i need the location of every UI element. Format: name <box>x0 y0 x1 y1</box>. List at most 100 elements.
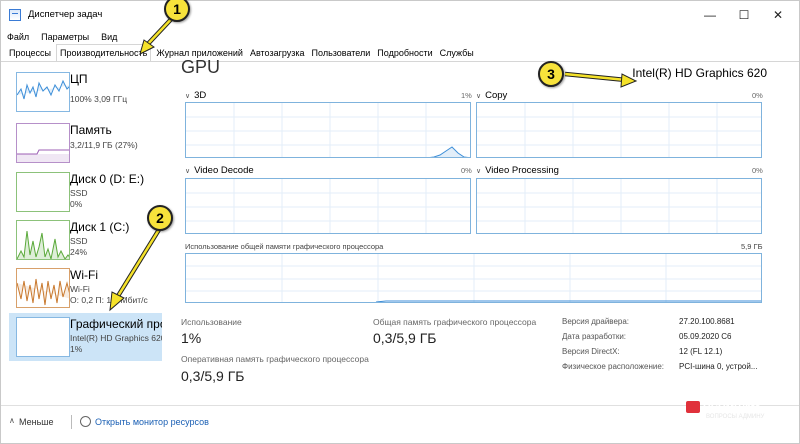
shared-memory-value: 0,3/5,9 ГБ <box>373 330 437 346</box>
tab-services[interactable]: Службы <box>438 46 476 61</box>
disk1-sparkline <box>17 230 69 259</box>
engine-copy-label[interactable]: ∨ Copy <box>476 90 507 101</box>
chevron-down-icon: ∨ <box>476 168 482 175</box>
engine-3d-label[interactable]: ∨ 3D <box>185 90 206 101</box>
directx-version-label: Версия DirectX: <box>562 347 620 356</box>
sidebar-item-gpu[interactable]: Графический процессор 0 Intel(R) HD Grap… <box>9 313 162 361</box>
gpu-details-panel: GPU Intel(R) HD Graphics 620 ∨ 3D 1% ∨ Cop… <box>167 57 793 400</box>
wifi-thumbnail-graph <box>16 268 70 308</box>
shared-memory-plot <box>186 254 761 302</box>
gpu-memory-value: 0,3/5,9 ГБ <box>181 368 245 384</box>
engine-3d-graph <box>185 102 471 158</box>
performance-sidebar: ЦП 100% 3,09 ГГц Память 3,2/11,9 ГБ (27%… <box>9 64 162 402</box>
gpu-memory-label: Оперативная память графического процессо… <box>181 354 369 364</box>
driver-version-label: Версия драйвера: <box>562 317 630 326</box>
footer-divider <box>71 415 72 429</box>
close-button[interactable]: ✕ <box>755 1 800 29</box>
shared-memory-graph-max: 5,9 ГБ <box>741 242 763 251</box>
engine-copy-graph <box>476 102 762 158</box>
sidebar-disk0-type: SSD <box>70 188 88 198</box>
cpu-sparkline <box>17 79 69 100</box>
sidebar-disk1-type: SSD <box>70 236 88 246</box>
physical-location-value: PCI-шина 0, устрой... <box>679 362 758 371</box>
disk1-thumbnail-graph <box>16 220 70 260</box>
sidebar-gpu-title: Графический процессор 0 <box>70 317 162 331</box>
sidebar-item-disk0[interactable]: Диск 0 (D: E:) SSD 0% <box>9 168 162 216</box>
task-manager-icon <box>9 9 21 21</box>
sidebar-item-cpu[interactable]: ЦП 100% 3,09 ГГц <box>9 68 162 116</box>
gpu-model-name: Intel(R) HD Graphics 620 <box>632 66 767 80</box>
sidebar-item-memory[interactable]: Память 3,2/11,9 ГБ (27%) <box>9 119 162 167</box>
fewer-details-button[interactable]: Меньше <box>19 417 54 427</box>
driver-date-label: Дата разработки: <box>562 332 627 341</box>
chevron-up-icon[interactable]: ∧ <box>9 416 15 425</box>
tab-bar: Процессы Производительность Журнал прило… <box>1 44 799 62</box>
watermark-logo-icon <box>686 401 700 413</box>
title-bar[interactable]: Диспетчер задач — ☐ ✕ <box>1 1 799 29</box>
sidebar-disk0-usage: 0% <box>70 199 83 209</box>
sidebar-wifi-type: Wi-Fi <box>70 284 90 294</box>
sidebar-memory-title: Память <box>70 123 112 137</box>
engine-video-decode-label[interactable]: ∨ Video Decode <box>185 165 254 176</box>
shared-memory-label: Общая память графического процессора <box>373 317 537 327</box>
annotation-badge-3: 3 <box>538 61 564 87</box>
driver-date-value: 05.09.2020 С6 <box>679 332 732 341</box>
tab-users[interactable]: Пользователи <box>310 46 373 61</box>
page-title: GPU <box>181 57 221 77</box>
directx-version-value: 12 (FL 12.1) <box>679 347 723 356</box>
wifi-sparkline <box>17 278 69 306</box>
engine-video-decode-plot <box>186 179 470 233</box>
chevron-down-icon: ∨ <box>185 168 191 175</box>
annotation-badge-2: 2 <box>147 205 173 231</box>
task-manager-window: Диспетчер задач — ☐ ✕ Файл Параметры Вид… <box>0 0 800 444</box>
engine-video-processing-graph <box>476 178 762 234</box>
shared-memory-graph <box>185 253 762 303</box>
sidebar-item-wifi[interactable]: Wi-Fi Wi-Fi О: 0,2 П: 1,5 Мбит/с <box>9 264 162 312</box>
physical-location-label: Физическое расположение: <box>562 362 664 371</box>
sidebar-item-disk1[interactable]: Диск 1 (C:) SSD 24% <box>9 216 162 264</box>
menu-file[interactable]: Файл <box>7 32 29 42</box>
menu-options[interactable]: Параметры <box>41 32 89 42</box>
driver-version-value: 27.20.100.8681 <box>679 317 735 326</box>
memory-thumbnail-graph <box>16 123 70 163</box>
sidebar-cpu-sub: 100% 3,09 ГГц <box>70 94 128 104</box>
disk0-thumbnail-graph <box>16 172 70 212</box>
sidebar-gpu-usage: 1% <box>70 344 83 354</box>
gpu-thumbnail-graph <box>16 317 70 357</box>
usage-label: Использование <box>181 317 242 327</box>
cpu-thumbnail-graph <box>16 72 70 112</box>
engine-video-processing-percent: 0% <box>752 166 763 175</box>
sidebar-wifi-speed: О: 0,2 П: 1,5 Мбит/с <box>70 295 148 305</box>
engine-video-processing-plot <box>477 179 761 233</box>
engine-video-decode-graph <box>185 178 471 234</box>
sidebar-disk1-title: Диск 1 (C:) <box>70 220 130 234</box>
engine-copy-plot <box>477 103 761 157</box>
menu-bar: Файл Параметры Вид <box>7 29 117 45</box>
memory-sparkline <box>17 149 69 162</box>
engine-video-decode-percent: 0% <box>461 166 472 175</box>
tab-details[interactable]: Подробности <box>375 46 434 61</box>
tab-performance[interactable]: Производительность <box>56 44 152 61</box>
sidebar-memory-sub: 3,2/11,9 ГБ (27%) <box>70 140 138 150</box>
engine-video-processing-label[interactable]: ∨ Video Processing <box>476 165 559 176</box>
resource-monitor-icon <box>80 416 91 427</box>
menu-view[interactable]: Вид <box>101 32 117 42</box>
chevron-down-icon: ∨ <box>185 93 191 100</box>
sidebar-disk0-title: Диск 0 (D: E:) <box>70 172 145 186</box>
watermark: OCOMP.info ВОПРОСЫ АДМИНУ <box>686 401 764 420</box>
tab-processes[interactable]: Процессы <box>7 46 53 61</box>
open-resource-monitor-link[interactable]: Открыть монитор ресурсов <box>95 417 209 427</box>
sidebar-disk1-usage: 24% <box>70 247 88 257</box>
engine-3d-percent: 1% <box>461 91 472 100</box>
window-title: Диспетчер задач <box>28 9 103 20</box>
engine-3d-plot <box>186 103 470 157</box>
sidebar-gpu-model: Intel(R) HD Graphics 620 <box>70 333 162 343</box>
sidebar-wifi-title: Wi-Fi <box>70 268 98 282</box>
usage-value: 1% <box>181 330 202 346</box>
footer-bar: ∧ Меньше Открыть монитор ресурсов <box>1 405 799 437</box>
shared-memory-graph-label: Использование общей памяти графического … <box>185 242 384 251</box>
engine-copy-percent: 0% <box>752 91 763 100</box>
tab-startup[interactable]: Автозагрузка <box>248 46 307 61</box>
sidebar-cpu-title: ЦП <box>70 72 88 86</box>
chevron-down-icon: ∨ <box>476 93 482 100</box>
